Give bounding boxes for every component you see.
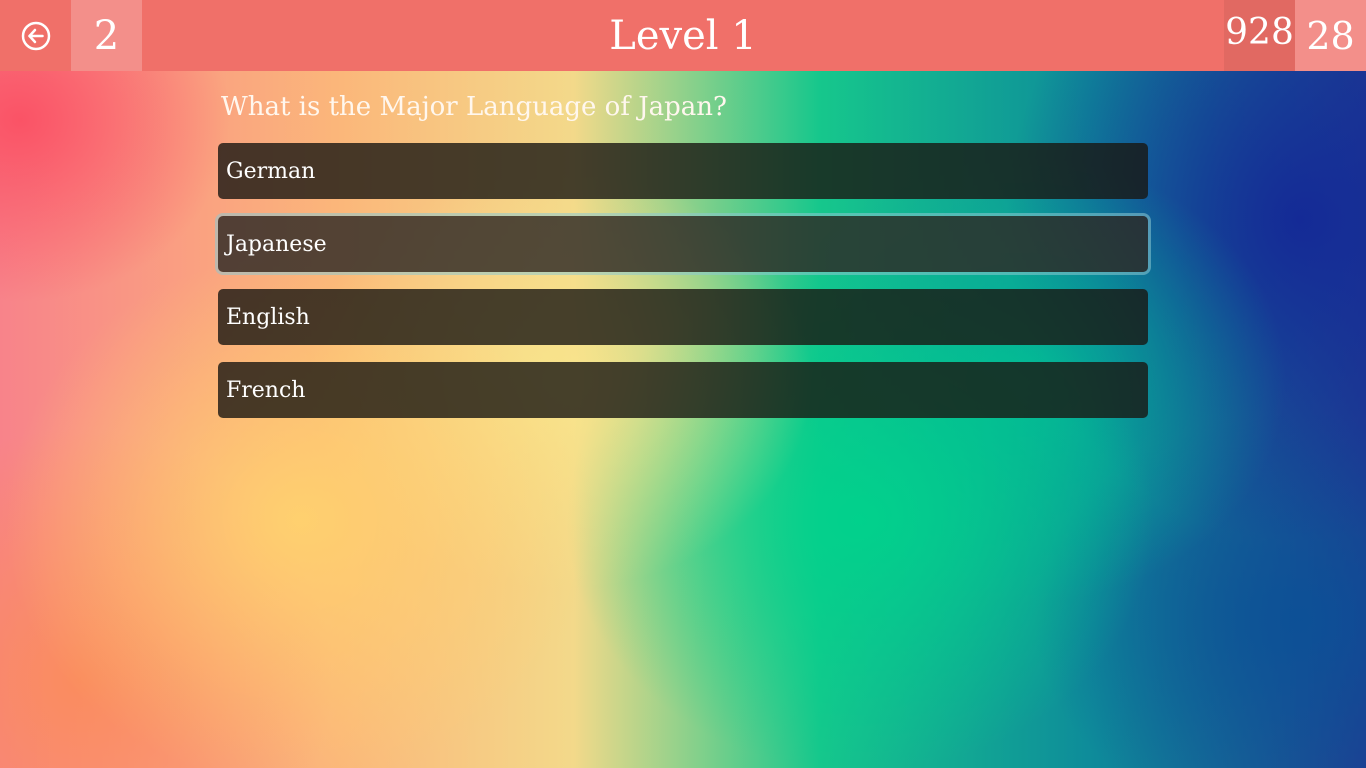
answer-label: German [226, 158, 316, 184]
answer-option-english[interactable]: English [218, 289, 1148, 345]
answer-label: French [226, 377, 306, 403]
answer-option-french[interactable]: French [218, 362, 1148, 418]
score-counter: 928 [1224, 0, 1295, 71]
answer-option-japanese[interactable]: Japanese [218, 216, 1148, 272]
top-bar: 2 Level 1 928 28 [0, 0, 1366, 71]
answer-label: English [226, 304, 310, 330]
page-title: Level 1 [609, 12, 757, 59]
answer-list: German Japanese English French [218, 143, 1148, 435]
back-button[interactable] [0, 0, 71, 71]
answer-label: Japanese [226, 231, 327, 257]
back-arrow-icon [21, 21, 51, 51]
question-text: What is the Major Language of Japan? [221, 92, 727, 122]
lives-counter: 2 [71, 0, 142, 71]
answer-option-german[interactable]: German [218, 143, 1148, 199]
timer-counter: 28 [1295, 0, 1366, 71]
